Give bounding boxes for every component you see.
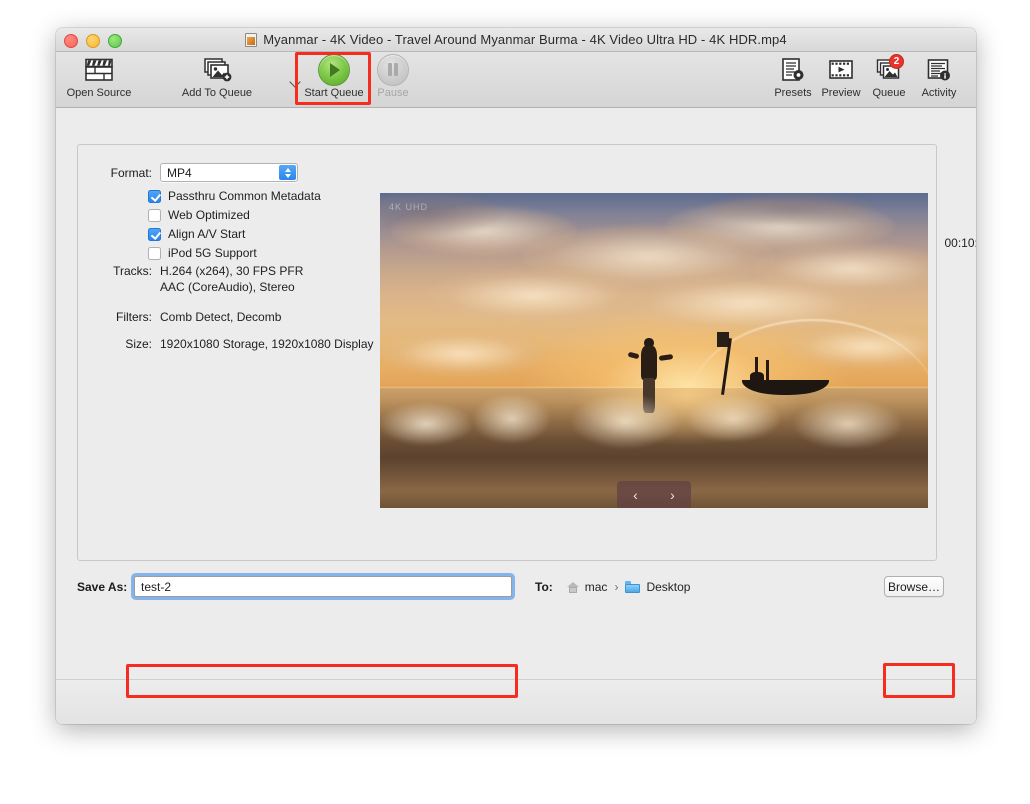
presets-label: Presets [774, 87, 812, 99]
preview-cloud [708, 193, 874, 225]
pause-icon [377, 54, 409, 86]
size-row: Size: 1920x1080 Storage, 1920x1080 Displ… [98, 337, 374, 351]
path-folder: Desktop [646, 580, 691, 594]
format-select-stepper-icon [279, 165, 296, 180]
save-as-value: test-2 [141, 579, 172, 594]
screenshot-root: Myanmar - 4K Video - Travel Around Myanm… [0, 0, 1030, 804]
size-value: 1920x1080 Storage, 1920x1080 Display [160, 337, 374, 351]
checkbox-icon-checked [148, 189, 161, 203]
pause-button[interactable]: Pause [356, 54, 430, 99]
presets-icon [780, 56, 806, 84]
play-icon [318, 54, 350, 86]
video-file-icon [245, 32, 258, 47]
window-body: Source: Myanmar - 4K Video - Travel Arou… [56, 108, 976, 724]
checkbox-icon-unchecked [148, 208, 161, 222]
checkbox-ipod-5g-support[interactable]: iPod 5G Support [148, 246, 321, 260]
activity-log-icon [926, 56, 952, 84]
open-source-button[interactable]: Open Source [62, 56, 136, 99]
filters-label: Filters: [116, 310, 152, 324]
main-toolbar: Open Source Add To Queue Start Queue Pau… [56, 52, 976, 108]
queue-badge: 2 [889, 54, 904, 69]
tracks-video: H.264 (x264), 30 FPS PFR [160, 264, 304, 278]
checkbox-icon-unchecked [148, 246, 161, 260]
summary-panel: Format: MP4 Passthru Common Metadata Web… [77, 144, 937, 561]
add-to-queue-icon [202, 56, 232, 84]
filters-row: Filters: Comb Detect, Decomb [98, 310, 281, 324]
preview-label: Preview [821, 87, 861, 99]
format-label: Format: [110, 165, 152, 180]
tracks-label: Tracks: [113, 264, 152, 278]
handbrake-window: Myanmar - 4K Video - Travel Around Myanm… [56, 28, 976, 724]
format-select[interactable]: MP4 [160, 163, 298, 182]
format-options-group: Passthru Common Metadata Web Optimized A… [148, 189, 321, 265]
start-queue-label: Start Queue [304, 87, 364, 99]
tracks-audio: AAC (CoreAudio), Stereo [160, 280, 295, 294]
clapperboard-icon [84, 56, 114, 84]
size-label: Size: [125, 337, 152, 351]
save-as-label: Save As: [77, 580, 128, 594]
path-home: mac [584, 580, 608, 594]
chevron-right-icon[interactable]: › [670, 488, 675, 502]
window-titlebar: Myanmar - 4K Video - Travel Around Myanm… [56, 28, 976, 52]
presets-button[interactable]: Presets [769, 56, 817, 99]
activity-button[interactable]: Activity [913, 56, 965, 99]
window-footer [56, 679, 976, 724]
checkbox-passthru-common-metadata[interactable]: Passthru Common Metadata [148, 189, 321, 203]
queue-icon: 2 [876, 54, 904, 84]
video-preview-image: 4K UHD ‹ › [380, 193, 928, 508]
preview-cloud [380, 331, 545, 376]
window-title-wrap: Myanmar - 4K Video - Travel Around Myanm… [56, 28, 976, 51]
save-as-row: Save As: [77, 580, 127, 594]
open-source-label: Open Source [66, 87, 132, 99]
browse-button[interactable]: Browse… [884, 576, 944, 597]
preview-water-splash [380, 394, 928, 449]
activity-label: Activity [921, 87, 957, 99]
save-as-input[interactable]: test-2 [134, 576, 512, 597]
browse-label: Browse… [888, 579, 941, 594]
queue-label: Queue [872, 87, 906, 99]
window-title: Myanmar - 4K Video - Travel Around Myanm… [263, 32, 787, 47]
checkbox-icon-checked [148, 227, 161, 241]
add-to-queue-label: Add To Queue [181, 87, 253, 99]
chevron-left-icon[interactable]: ‹ [633, 488, 638, 502]
tracks-row: Tracks: H.264 (x264), 30 FPS PFR AAC (Co… [98, 264, 303, 294]
queue-button[interactable]: 2 Queue [865, 54, 913, 99]
filters-value: Comb Detect, Decomb [160, 310, 282, 324]
checkbox-web-optimized[interactable]: Web Optimized [148, 208, 321, 222]
preview-cloud [423, 268, 644, 323]
format-select-value: MP4 [167, 165, 192, 180]
checkbox-align-av-start[interactable]: Align A/V Start [148, 227, 321, 241]
preview-button[interactable]: Preview [817, 56, 865, 99]
add-to-queue-button[interactable]: Add To Queue [180, 56, 254, 99]
duration-value: 00:10:14 [944, 235, 976, 250]
to-label: To: [535, 580, 553, 594]
pause-label: Pause [377, 87, 409, 99]
preview-navigation: ‹ › [617, 481, 691, 508]
format-row: Format: MP4 [98, 163, 298, 182]
folder-icon [625, 581, 641, 593]
film-preview-icon [828, 56, 854, 84]
preview-watermark: 4K UHD [389, 202, 429, 212]
path-separator-icon: › [614, 580, 619, 594]
destination-row: To: mac › Desktop [535, 580, 690, 594]
home-icon [566, 581, 580, 593]
